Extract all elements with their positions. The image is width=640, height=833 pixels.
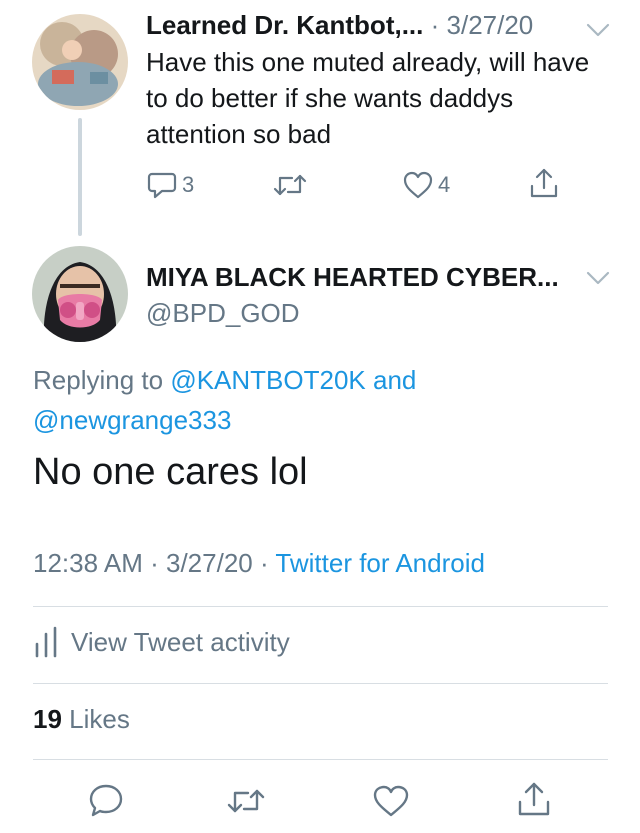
replying-prefix: Replying to [33, 365, 164, 395]
reply-action-retweet[interactable] [272, 170, 308, 200]
likes-summary[interactable]: 19 Likes [33, 704, 130, 735]
reply-separator: · [430, 10, 440, 40]
reply-action-reply[interactable]: 3 [146, 170, 194, 200]
reply-tweet-text: Have this one muted already, will have t… [146, 47, 590, 149]
tweet-time: 12:38 AM [33, 548, 143, 578]
replying-user-newgrange[interactable]: @newgrange333 [33, 405, 231, 435]
meta-separator-2: · [259, 548, 269, 578]
avatar-miya[interactable] [32, 246, 128, 342]
avatar-kantbot[interactable] [32, 14, 128, 110]
reply-icon [147, 172, 177, 199]
main-handle[interactable]: @BPD_GOD [146, 298, 300, 328]
retweet-icon [273, 174, 307, 196]
activity-label: View Tweet activity [71, 626, 290, 657]
meta-separator-1: · [150, 548, 159, 578]
replying-and[interactable]: and [373, 365, 416, 395]
likes-label: Likes [69, 704, 130, 734]
main-action-like[interactable] [372, 784, 410, 823]
view-tweet-activity[interactable]: View Tweet activity [33, 626, 290, 658]
tweet-meta: 12:38 AM · 3/27/20 · Twitter for Android [33, 548, 485, 579]
chevron-down-icon[interactable] [586, 22, 610, 38]
likes-count: 19 [33, 704, 62, 734]
chevron-down-icon[interactable] [586, 270, 610, 286]
thread-line [78, 118, 82, 236]
reply-header: Learned Dr. Kantbot,... · 3/27/20 [146, 10, 533, 41]
reply-action-share[interactable] [528, 166, 560, 200]
reply-count: 3 [182, 172, 195, 197]
main-action-retweet[interactable] [226, 785, 266, 822]
main-handle-row: @BPD_GOD [146, 298, 300, 329]
tweet-date: 3/27/20 [166, 548, 253, 578]
like-count: 4 [438, 172, 451, 197]
retweet-icon [227, 789, 265, 813]
divider [33, 683, 608, 684]
main-action-share[interactable] [516, 780, 552, 823]
main-action-reply[interactable] [88, 783, 124, 822]
main-display-name-row: MIYA BLACK HEARTED CYBER... [146, 262, 559, 293]
reply-icon [89, 784, 123, 817]
avatar-miya-image [32, 246, 128, 342]
main-tweet-text: No one cares lol [33, 451, 308, 493]
replying-to: Replying to @KANTBOT20K and @newgrange33… [33, 360, 593, 440]
divider [33, 606, 608, 607]
activity-icon [35, 626, 57, 658]
like-icon [373, 785, 409, 817]
reply-date[interactable]: 3/27/20 [447, 10, 534, 40]
divider [33, 759, 608, 760]
main-display-name[interactable]: MIYA BLACK HEARTED CYBER... [146, 262, 559, 292]
share-icon [518, 782, 550, 816]
replying-user-kantbot[interactable]: @KANTBOT20K [170, 365, 365, 395]
reply-action-like[interactable]: 4 [402, 170, 450, 200]
like-icon [403, 171, 433, 199]
reply-display-name[interactable]: Learned Dr. Kantbot,... [146, 10, 423, 40]
avatar-kantbot-image [32, 14, 128, 110]
tweet-source[interactable]: Twitter for Android [275, 548, 485, 578]
share-icon [530, 168, 558, 198]
